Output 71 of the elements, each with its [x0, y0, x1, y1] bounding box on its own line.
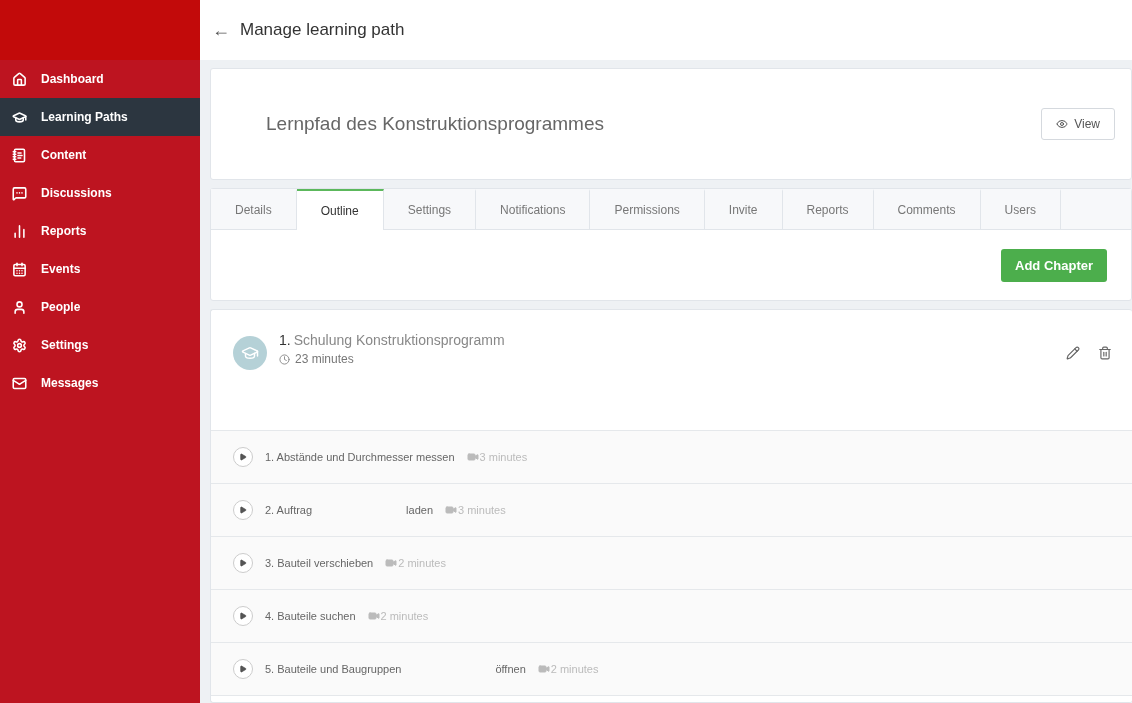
person-icon: [12, 299, 27, 315]
play-icon: [239, 665, 247, 673]
edit-icon[interactable]: [1066, 346, 1080, 360]
video-icon: [445, 504, 457, 516]
sidebar-item[interactable]: Content: [0, 136, 200, 174]
tab[interactable]: Permissions: [590, 189, 705, 229]
settings-icon: [12, 337, 27, 353]
notepad-icon: [12, 147, 27, 163]
lesson-row[interactable]: 3. Bauteil verschieben 2 minutes: [211, 537, 1132, 590]
lesson-title: 2. Auftrag: [265, 504, 313, 516]
lesson-duration: 3 minutes: [458, 504, 506, 516]
lesson-title: 1. Abstände und Durchmesser messen: [265, 451, 455, 463]
clock-icon: [279, 353, 290, 365]
play-icon: [239, 559, 247, 567]
lesson-row[interactable]: 1. Abstände und Durchmesser messen 3 minutes: [211, 431, 1132, 484]
play-icon: [239, 453, 247, 461]
video-icon: [385, 557, 398, 569]
lesson-title: 4. Bauteile suchen: [265, 610, 356, 622]
play-button[interactable]: [233, 447, 253, 467]
tab[interactable]: Users: [980, 189, 1061, 229]
video-icon: [367, 610, 380, 622]
sidebar-item[interactable]: Messages: [0, 364, 200, 402]
video-icon: [537, 663, 550, 675]
lesson-row[interactable]: 4. Bauteile suchen 2 minutes: [211, 590, 1132, 643]
tab[interactable]: Comments: [873, 189, 981, 229]
lesson-duration: 3 minutes: [479, 451, 528, 463]
sidebar-item[interactable]: Reports: [0, 212, 200, 250]
tab[interactable]: Invite: [704, 189, 783, 229]
lesson-duration: 2 minutes: [398, 557, 446, 569]
back-arrow[interactable]: ←: [212, 19, 230, 41]
chat-bubble-icon: [12, 185, 27, 201]
lesson-title: laden: [406, 504, 433, 516]
graduation-cap-icon: [233, 336, 267, 370]
view-button[interactable]: View: [1041, 108, 1115, 140]
chapter-number: 1.: [279, 332, 291, 348]
tab[interactable]: Outline: [296, 189, 384, 230]
bar-chart-icon: [12, 223, 27, 239]
chapter-title: Schulung Konstruktionsprogramm: [293, 332, 505, 348]
eye-icon: [1056, 118, 1069, 130]
tab[interactable]: Settings: [383, 189, 477, 229]
play-button[interactable]: [233, 606, 253, 626]
envelope-icon: [12, 375, 27, 391]
play-button[interactable]: [233, 500, 253, 520]
tab[interactable]: Details: [211, 189, 297, 229]
tab[interactable]: Reports: [782, 189, 874, 229]
chapter-duration: 23 minutes: [295, 352, 354, 366]
video-icon: [466, 451, 479, 463]
sidebar-item[interactable]: Learning Paths: [0, 98, 200, 136]
calendar-icon: [12, 261, 27, 277]
lesson-duration: 2 minutes: [550, 663, 599, 675]
sidebar-item[interactable]: Discussions: [0, 174, 200, 212]
page-title: Manage learning path: [240, 20, 405, 40]
tab[interactable]: Notifications: [476, 189, 591, 229]
lesson-title: 3. Bauteil verschieben: [265, 557, 374, 569]
learning-path-title: Lernpfad des Konstruktionsprogrammes: [266, 113, 604, 135]
lesson-row[interactable]: 5. Bauteile und Baugruppen öffnen 2 minutes: [211, 643, 1132, 696]
play-button[interactable]: [233, 659, 253, 679]
play-icon: [239, 506, 247, 514]
sidebar-item[interactable]: Events: [0, 250, 200, 288]
lesson-duration: 2 minutes: [380, 610, 429, 622]
lesson-title: öffnen: [495, 663, 526, 675]
play-button[interactable]: [233, 553, 253, 573]
house-icon: [12, 71, 27, 87]
graduation-cap-icon: [12, 109, 27, 125]
sidebar-item[interactable]: Settings: [0, 326, 200, 364]
lesson-title: 5. Bauteile und Baugruppen: [265, 663, 402, 675]
trash-icon[interactable]: [1098, 346, 1112, 360]
play-icon: [239, 612, 247, 620]
sidebar-item[interactable]: Dashboard: [0, 60, 200, 98]
lesson-row[interactable]: 2. Auftrag laden 3 minutes: [211, 484, 1132, 537]
sidebar-item[interactable]: People: [0, 288, 200, 326]
